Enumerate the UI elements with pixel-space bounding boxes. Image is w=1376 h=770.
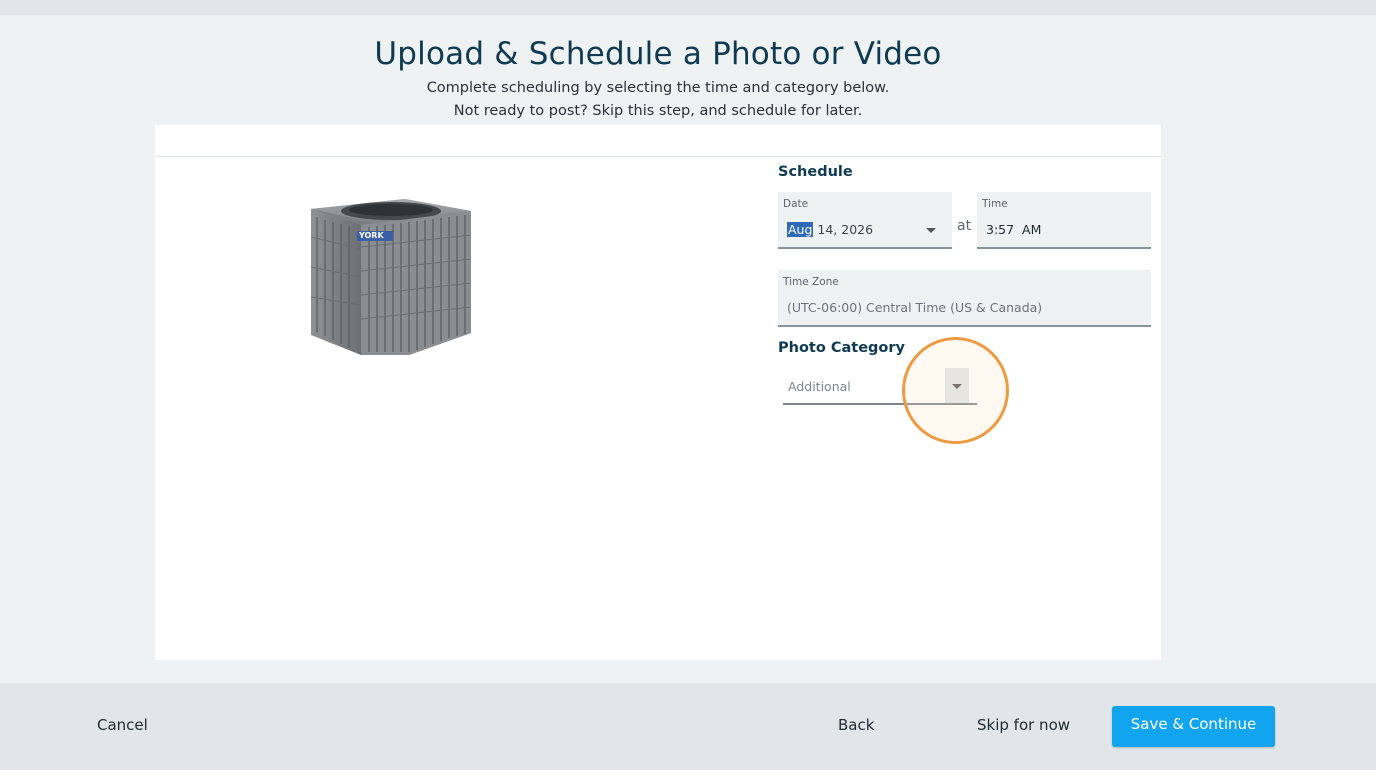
skip-for-now-button[interactable]: Skip for now [977, 716, 1070, 734]
photo-category-value: Additional [788, 379, 851, 394]
timezone-field[interactable]: Time Zone (UTC-06:00) Central Time (US &… [778, 270, 1151, 327]
top-bar [0, 0, 1376, 15]
photo-category-heading: Photo Category [778, 340, 905, 356]
york-brand-logo: YORK [359, 231, 384, 240]
page-subtitle-line-1: Complete scheduling by selecting the tim… [426, 80, 890, 96]
timezone-value[interactable]: (UTC-06:00) Central Time (US & Canada) [787, 300, 1042, 315]
back-button[interactable]: Back [838, 716, 874, 734]
date-dropdown-icon[interactable] [926, 228, 936, 233]
date-label: Date [783, 198, 809, 210]
air-conditioner-unit-image: YORK [305, 197, 473, 359]
timezone-label: Time Zone [783, 276, 839, 288]
time-value[interactable]: 3:57 AM [986, 222, 1041, 237]
at-label: at [957, 218, 972, 234]
schedule-heading: Schedule [778, 164, 853, 180]
page-subtitle-line-2: Not ready to post? Skip this step, and s… [453, 103, 863, 119]
page-title: Upload & Schedule a Photo or Video [374, 36, 942, 72]
save-continue-button[interactable]: Save & Continue [1112, 706, 1275, 747]
time-label: Time [982, 198, 1008, 210]
click-highlight-ring [902, 337, 1009, 444]
date-field[interactable]: Date Aug 14, 2026 [778, 192, 952, 249]
date-value[interactable]: Aug 14, 2026 [787, 222, 873, 237]
time-field[interactable]: Time 3:57 AM [977, 192, 1151, 249]
card-divider [155, 156, 1161, 157]
cancel-button[interactable]: Cancel [97, 716, 148, 734]
